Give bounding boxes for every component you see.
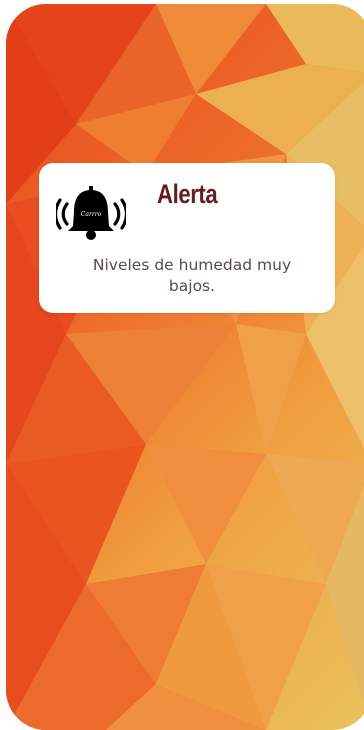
phone-screen: Carrro Alerta Niveles de humedad muy baj…	[6, 4, 364, 730]
alert-title: Alerta	[157, 179, 218, 209]
bell-ringing-icon: Carrro	[56, 186, 126, 240]
low-poly-background	[6, 4, 364, 730]
alert-message: Niveles de humedad muy bajos.	[92, 256, 292, 295]
alert-card: Carrro Alerta Niveles de humedad muy baj…	[39, 163, 335, 313]
bell-text: Carrro	[81, 211, 102, 218]
